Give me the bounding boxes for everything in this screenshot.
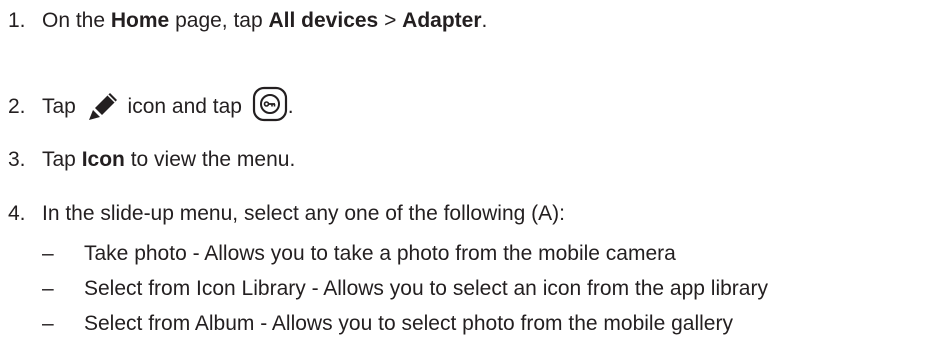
- step-1: 1. On the Home page, tap All devices > Ad…: [8, 8, 487, 34]
- step-number: 3.: [8, 148, 26, 171]
- step-text: Tap icon and tap .: [42, 86, 294, 122]
- document-body: 1. On the Home page, tap All devices > Ad…: [0, 0, 944, 338]
- home-label: Home: [110, 9, 170, 32]
- dash-bullet: –: [42, 277, 54, 300]
- all-devices-label: All devices: [268, 9, 379, 32]
- option-text: Select from Icon Library - Allows you to…: [84, 277, 768, 300]
- pencil-icon: [86, 88, 120, 122]
- step-number: 4.: [8, 202, 26, 225]
- step-3: 3. Tap Icon to view the menu.: [8, 147, 295, 173]
- step-number: 2.: [8, 95, 26, 118]
- option-take-photo: – Take photo - Allows you to take a photo…: [42, 241, 676, 267]
- step-2: 2. Tap icon and tap .: [8, 84, 294, 122]
- option-album: – Select from Album - Allows you to selec…: [42, 311, 733, 337]
- adapter-icon: [252, 86, 288, 122]
- step-text: Tap Icon to view the menu.: [42, 148, 296, 171]
- step-number: 1.: [8, 9, 26, 32]
- adapter-label: Adapter: [402, 9, 482, 32]
- step-4: 4. In the slide-up menu, select any one o…: [8, 201, 565, 227]
- option-text: Select from Album - Allows you to select…: [84, 312, 733, 335]
- option-icon-library: – Select from Icon Library - Allows you t…: [42, 276, 768, 302]
- dash-bullet: –: [42, 242, 54, 265]
- dash-bullet: –: [42, 312, 54, 335]
- icon-label: Icon: [81, 148, 125, 171]
- option-text: Take photo - Allows you to take a photo …: [84, 242, 676, 265]
- step-text: In the slide-up menu, select any one of …: [42, 202, 565, 225]
- step-text: On the Home page, tap All devices > Adap…: [42, 9, 488, 32]
